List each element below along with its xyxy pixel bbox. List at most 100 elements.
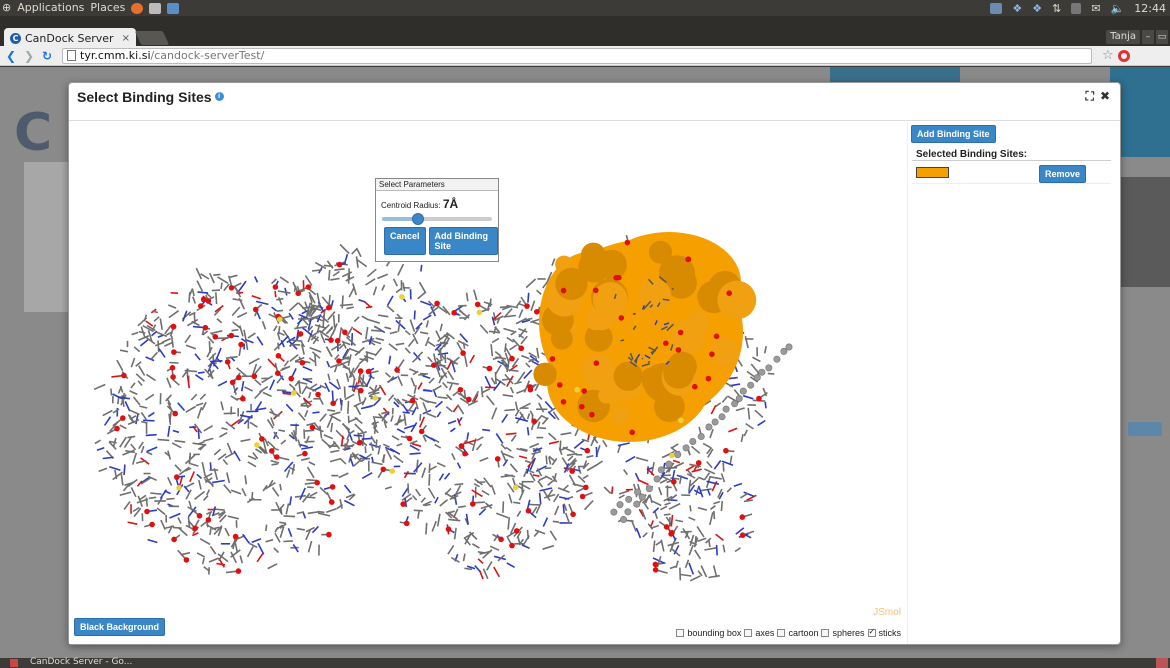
dropbox2-icon[interactable]: ❖	[1032, 2, 1042, 15]
trash-icon[interactable]	[1156, 658, 1168, 668]
cartoon-checkbox[interactable]	[777, 629, 786, 637]
chrome-launcher-icon[interactable]	[131, 2, 144, 14]
bond	[199, 393, 207, 400]
files-launcher-icon[interactable]	[149, 2, 162, 14]
bond	[558, 496, 570, 500]
bond	[322, 314, 325, 328]
network-icon[interactable]: ⇅	[1052, 2, 1061, 15]
bond	[542, 544, 555, 550]
sulfur-atom	[574, 386, 580, 393]
bond	[255, 300, 269, 306]
add-binding-site-button[interactable]: Add Binding Site	[911, 125, 996, 143]
extension-icon[interactable]	[1117, 49, 1130, 62]
bond	[348, 347, 361, 354]
bond	[482, 428, 491, 432]
cavity-bond	[620, 339, 625, 342]
oxygen-atom	[400, 501, 407, 507]
forward-icon[interactable]: ❯	[22, 49, 36, 63]
oxygen-atom	[229, 379, 236, 386]
image-launcher-icon[interactable]	[167, 2, 180, 14]
bond	[251, 537, 262, 544]
bond	[469, 354, 475, 364]
browser-tab[interactable]: C CanDock Server ×	[4, 28, 136, 48]
bond	[529, 410, 534, 417]
volume-icon[interactable]: 🔈	[1111, 2, 1125, 15]
maximize-icon[interactable]: ▭	[1156, 30, 1168, 44]
new-tab-button[interactable]	[134, 31, 170, 45]
bond	[168, 310, 180, 319]
bond	[702, 442, 711, 449]
oxygen-atom	[560, 399, 567, 405]
bond	[675, 560, 679, 569]
slider-knob[interactable]	[412, 213, 425, 225]
axes-checkbox[interactable]	[744, 629, 753, 637]
oxygen-atom	[570, 511, 576, 518]
oxygen-atom	[525, 508, 532, 514]
taskbar-app-icon[interactable]	[10, 659, 18, 667]
oxygen-atom	[329, 484, 336, 490]
molecule-viewer[interactable]: Select Parameters Centroid Radius: 7Å Ca…	[69, 122, 907, 644]
bond	[403, 470, 410, 479]
bond	[261, 320, 267, 330]
minimize-icon[interactable]: –	[1142, 30, 1154, 44]
remove-button[interactable]: Remove	[1039, 165, 1087, 183]
oxygen-atom	[259, 436, 265, 442]
bond	[539, 487, 553, 492]
bond	[129, 390, 138, 396]
params-add-binding-site-button[interactable]: Add Binding Site	[428, 227, 498, 255]
tab-close-icon[interactable]: ×	[122, 33, 130, 44]
reload-icon[interactable]: ↻	[40, 49, 54, 63]
bond	[201, 462, 206, 475]
bond	[140, 411, 147, 421]
bond	[689, 505, 692, 512]
bond	[728, 427, 738, 433]
bond	[466, 432, 470, 440]
bond	[306, 479, 318, 482]
bond	[221, 427, 228, 431]
skype-icon[interactable]	[990, 2, 1003, 14]
bookmark-star-icon[interactable]: ☆	[1102, 48, 1114, 63]
cancel-button[interactable]: Cancel	[384, 227, 426, 255]
bond	[325, 327, 334, 335]
bond	[509, 463, 519, 473]
ligand-atom	[624, 508, 632, 516]
bounding-box-checkbox[interactable]	[676, 629, 685, 637]
bond	[651, 500, 662, 507]
close-icon[interactable]: ✖	[1100, 89, 1110, 104]
taskbar-window-item[interactable]: CanDock Server - Go...	[30, 657, 132, 667]
bond	[733, 482, 743, 488]
bond	[454, 483, 464, 486]
bond	[532, 474, 540, 477]
bond	[386, 295, 394, 306]
bond	[130, 487, 137, 498]
places-menu[interactable]: Places	[90, 0, 125, 16]
mail-icon[interactable]: ✉	[1091, 2, 1100, 15]
bond	[387, 394, 395, 402]
profile-user[interactable]: Tanja	[1106, 30, 1140, 44]
oxygen-atom	[713, 333, 720, 340]
bond	[310, 383, 318, 389]
bond	[462, 553, 466, 562]
info-icon[interactable]: i	[214, 92, 224, 101]
ligand-atom	[705, 423, 713, 431]
sulfur-atom	[254, 442, 260, 448]
applications-menu[interactable]: Applications	[17, 0, 84, 16]
bond	[410, 377, 416, 387]
bond	[354, 404, 362, 416]
clock[interactable]: 12:44	[1134, 2, 1166, 15]
oxygen-atom	[474, 301, 481, 308]
dropbox-icon[interactable]: ❖	[1012, 2, 1022, 15]
black-background-button[interactable]: Black Background	[74, 618, 166, 636]
apps-icon[interactable]: ⊕	[2, 0, 11, 16]
fullscreen-icon[interactable]: ⛶	[1086, 89, 1094, 104]
sticks-checkbox[interactable]	[867, 627, 876, 637]
spheres-checkbox[interactable]	[821, 629, 830, 637]
bond	[145, 497, 148, 507]
address-bar[interactable]: tyr.cmm.ki.si/candock-serverTest/	[62, 47, 1092, 64]
radius-slider[interactable]	[382, 213, 492, 225]
bond	[659, 478, 668, 484]
back-icon[interactable]: ❮	[4, 49, 18, 63]
keyboard-layout-icon[interactable]	[1071, 2, 1082, 14]
bond	[448, 518, 461, 522]
bond	[330, 449, 340, 453]
